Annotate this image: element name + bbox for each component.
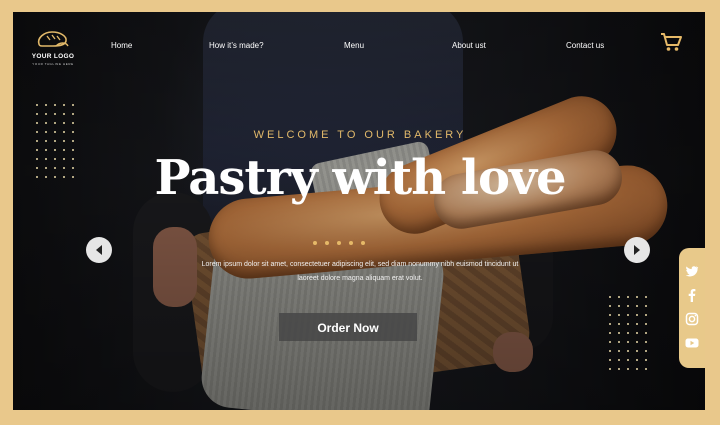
hero-headline: Pastry with love [154,150,566,206]
chevron-left-icon [96,245,102,255]
order-now-button[interactable]: Order Now [279,313,417,341]
twitter-icon[interactable] [685,264,699,278]
nav-menu[interactable]: Menu [344,41,364,50]
pager-dot[interactable] [337,241,341,245]
nav-home[interactable]: Home [111,41,132,50]
pager-dot[interactable] [361,241,365,245]
logo-tagline: YOUR TAGLINE HERE [32,62,74,66]
slide-pager [313,232,373,250]
welcome-eyebrow: WELCOME TO OUR BAKERY [253,129,467,141]
nav-how-its-made[interactable]: How it’s made? [209,41,264,50]
logo-text: YOUR LOGO [31,53,75,60]
logo[interactable]: YOUR LOGO YOUR TAGLINE HERE [25,28,81,66]
pager-dot[interactable] [325,241,329,245]
shopping-cart-icon[interactable] [660,32,682,52]
pager-dot[interactable] [313,241,317,245]
social-sidebar [679,248,705,368]
nav-about[interactable]: About ust [452,41,486,50]
next-slide-button[interactable] [624,237,650,263]
chevron-right-icon [634,245,640,255]
prev-slide-button[interactable] [86,237,112,263]
hero-section [13,12,705,410]
instagram-icon[interactable] [685,312,699,326]
hero-overlay [13,12,705,410]
hero-description: Lorem ipsum dolor sit amet, consectetuer… [201,261,519,282]
bread-loaf-icon [37,31,69,47]
decorative-dot-grid [609,296,647,370]
youtube-icon[interactable] [685,336,699,350]
facebook-icon[interactable] [685,288,699,302]
nav-contact[interactable]: Contact us [566,41,604,50]
pager-dot[interactable] [349,241,353,245]
